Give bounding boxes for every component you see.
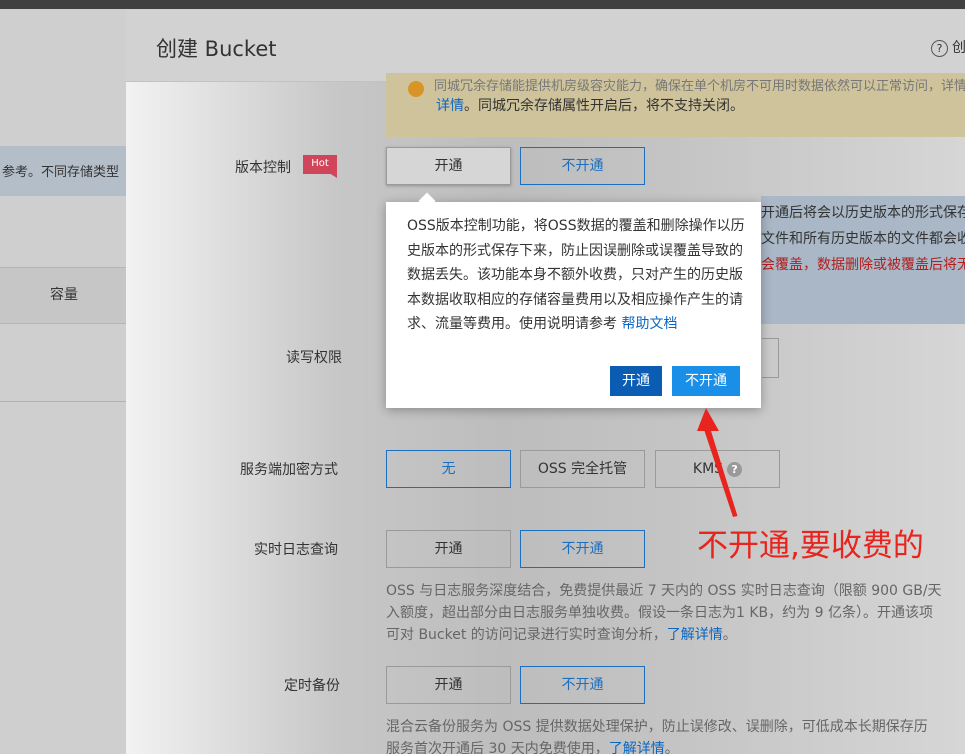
- backup-details-link[interactable]: 了解详情: [609, 741, 665, 754]
- warning-icon: [408, 81, 424, 97]
- read-write-label: 读写权限: [286, 350, 342, 366]
- info-line-3: 会覆盖，数据删除或被覆盖后将无法: [761, 257, 965, 273]
- background-table-header: 容量: [0, 267, 126, 324]
- background-note-text: 参考。不同存储类型: [2, 165, 120, 180]
- help-doc-link[interactable]: 帮助文档: [621, 316, 677, 332]
- backup-desc-line2: 服务首次开通后 30 天内免费使用，了解详情。: [386, 738, 679, 754]
- versioning-info-box: 开通后将会以历史版本的形式保存下来 文件和所有历史版本的文件都会收取 会覆盖，数…: [761, 196, 965, 324]
- info-line-1: 开通后将会以历史版本的形式保存下来: [761, 205, 965, 221]
- read-write-option-edge[interactable]: [762, 338, 779, 378]
- encryption-label: 服务端加密方式: [240, 462, 338, 478]
- versioning-disable-option[interactable]: 不开通: [520, 147, 645, 185]
- warning-details-link[interactable]: 详情: [436, 98, 464, 114]
- zone-redundancy-warning: 同城冗余存储能提供机房级容灾能力，确保在单个机房不可用时数据依然可以正常访问，详…: [386, 73, 965, 137]
- help-link[interactable]: ? 创: [931, 37, 965, 57]
- realtime-log-desc-line2: 入额度，超出部分由日志服务单独收费。假设一条日志为1 KB，约为 9 亿条）。开…: [386, 605, 933, 621]
- drawer-title: 创建 Bucket: [156, 37, 277, 61]
- popover-disable-button[interactable]: 不开通: [672, 366, 740, 396]
- versioning-enable-option[interactable]: 开通: [386, 147, 511, 185]
- hot-badge: Hot: [303, 155, 337, 178]
- realtime-log-label: 实时日志查询: [254, 542, 338, 558]
- popover-enable-button[interactable]: 开通: [610, 366, 662, 396]
- backup-label: 定时备份: [284, 678, 340, 694]
- backup-disable-option[interactable]: 不开通: [520, 666, 645, 704]
- versioning-label: 版本控制: [235, 160, 291, 176]
- realtime-log-desc-line3: 可对 Bucket 的访问记录进行实时查询分析，了解详情。: [386, 627, 737, 643]
- background-page: 参考。不同存储类型 容量: [0, 9, 126, 754]
- realtime-log-desc-line1: OSS 与日志服务深度结合，免费提供最近 7 天内的 OSS 实时日志查询（限额…: [386, 583, 942, 599]
- column-header-capacity: 容量: [50, 287, 78, 303]
- realtime-log-disable-option[interactable]: 不开通: [520, 530, 645, 568]
- background-divider: [0, 401, 126, 402]
- versioning-popover: OSS版本控制功能，将OSS数据的覆盖和删除操作以历史版本的形式保存下来，防止因…: [386, 192, 761, 408]
- encryption-kms-option[interactable]: KMS?: [655, 450, 780, 488]
- encryption-none-option[interactable]: 无: [386, 450, 511, 488]
- info-line-2: 文件和所有历史版本的文件都会收取: [761, 231, 965, 247]
- warning-text-line2: 详情。同城冗余存储属性开启后，将不支持关闭。: [436, 98, 744, 114]
- question-icon[interactable]: ?: [727, 461, 743, 477]
- encryption-oss-managed-option[interactable]: OSS 完全托管: [520, 450, 645, 488]
- backup-enable-option[interactable]: 开通: [386, 666, 511, 704]
- drawer-header: 创建 Bucket ? 创: [126, 9, 965, 82]
- realtime-log-details-link[interactable]: 了解详情: [667, 627, 723, 643]
- background-note: 参考。不同存储类型: [0, 146, 126, 196]
- top-bar: [0, 0, 965, 9]
- annotation-text: 不开通,要收费的: [697, 528, 924, 564]
- backup-desc-line1: 混合云备份服务为 OSS 提供数据处理保护，防止误修改、误删除，可低成本长期保存…: [386, 719, 928, 735]
- popover-text: OSS版本控制功能，将OSS数据的覆盖和删除操作以历史版本的形式保存下来，防止因…: [407, 218, 745, 332]
- question-circle-icon: ?: [931, 39, 948, 57]
- realtime-log-enable-option[interactable]: 开通: [386, 530, 511, 568]
- help-link-text: 创: [952, 40, 965, 56]
- warning-text-line1: 同城冗余存储能提供机房级容灾能力，确保在单个机房不可用时数据依然可以正常访问，详…: [434, 79, 965, 94]
